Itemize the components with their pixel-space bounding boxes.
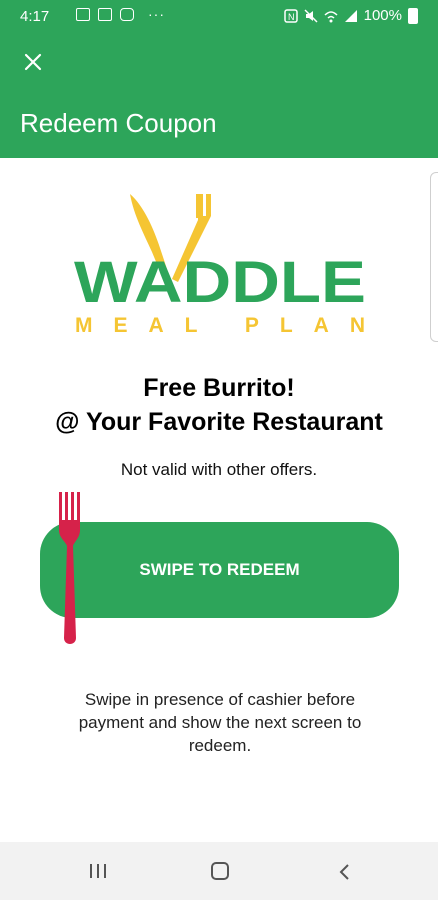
back-icon[interactable] (338, 863, 350, 881)
slack-icon (120, 8, 134, 21)
redeem-instructions: Swipe in presence of cashier before paym… (78, 690, 362, 755)
fork-slider-handle-icon[interactable] (52, 490, 88, 650)
more-notifications-icon: ··· (148, 6, 165, 22)
status-bar: 4:17 ··· N 100% (0, 0, 438, 34)
page-title: Redeem Coupon (20, 108, 217, 138)
close-icon[interactable] (22, 51, 44, 73)
swipe-to-redeem-track[interactable]: SWIPE TO REDEEM (40, 522, 399, 618)
svg-text:N: N (288, 12, 295, 22)
home-icon[interactable] (211, 862, 229, 880)
signal-icon (344, 9, 357, 22)
mail-icon (98, 8, 112, 21)
app-bar: Redeem Coupon (0, 34, 438, 158)
system-nav-bar (0, 842, 438, 900)
coupon-location: @ Your Favorite Restaurant (55, 408, 383, 436)
system-icons: N 100% (283, 7, 418, 24)
logo-tagline: MEAL PLAN (75, 314, 365, 336)
nfc-icon: N (283, 8, 298, 23)
coupon-title: Free Burrito! (143, 374, 295, 402)
status-time: 4:17 (20, 8, 50, 25)
recent-apps-icon[interactable] (88, 863, 108, 879)
mute-icon (304, 8, 318, 23)
coupon-terms: Not valid with other offers. (120, 460, 318, 479)
logo-wordmark: WADDLE (74, 250, 366, 315)
edge-panel-handle[interactable] (430, 172, 438, 342)
gallery-icon (76, 8, 90, 21)
wifi-calling-icon (324, 10, 338, 22)
battery-icon (408, 7, 418, 24)
waddle-logo: WADDLE MEAL PLAN (74, 194, 366, 336)
notification-icons: ··· (76, 6, 165, 22)
battery-percentage: 100% (363, 7, 402, 24)
swipe-to-redeem-label: SWIPE TO REDEEM (139, 560, 300, 579)
